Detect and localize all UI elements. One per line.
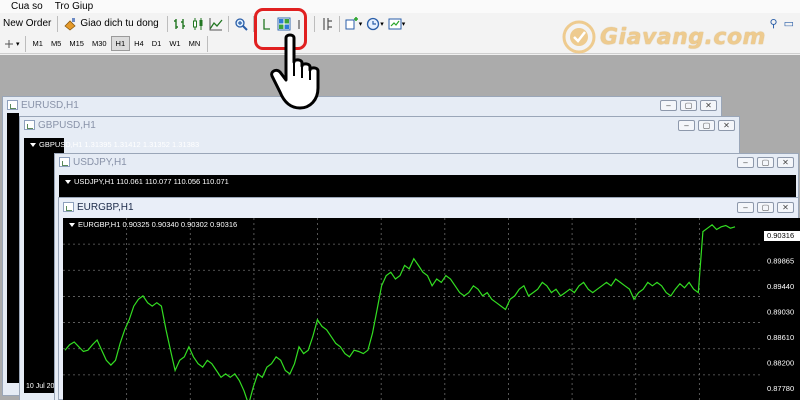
price-tick-label: 0.89030: [767, 308, 794, 317]
dropdown-arrow-icon: ▾: [380, 20, 384, 28]
chart-info-label: EURGBP,H1 0.90325 0.90340 0.90302 0.9031…: [69, 220, 237, 229]
price-series-line: [64, 224, 736, 400]
minimize-button[interactable]: –: [737, 201, 754, 213]
toolbar-separator: [338, 15, 340, 32]
toolbar-separator: [24, 35, 26, 52]
menu-window[interactable]: Cua so: [0, 0, 49, 13]
period-separators-button[interactable]: [318, 15, 336, 33]
search-icon[interactable]: ⚲: [770, 17, 778, 30]
maximize-button[interactable]: ▢: [757, 156, 774, 168]
collapse-triangle-icon: [65, 180, 71, 185]
chart-info-label: USDJPY,H1 110.061 110.077 110.056 110.07…: [65, 177, 229, 186]
line-chart-button[interactable]: [207, 15, 225, 33]
zoom-in-icon: [235, 17, 248, 31]
toolbar-separator: [166, 15, 168, 32]
timeframe-mn[interactable]: MN: [185, 36, 205, 51]
mdi-workspace: EURUSD,H1 – ▢ ✕ GBPUSD,H1 – ▢ ✕ GBPUSD,H…: [0, 55, 800, 400]
chart-window-icon: [59, 157, 70, 167]
dropdown-arrow-icon: ▾: [358, 20, 363, 28]
dropdown-arrow-icon: ▾: [16, 40, 20, 48]
menu-help[interactable]: Tro Giup: [49, 0, 100, 13]
chart-window-icon: [24, 120, 35, 130]
price-tick-label: 0.90316: [767, 231, 794, 240]
maximize-button[interactable]: ▢: [698, 119, 715, 131]
indicators-button[interactable]: ▾: [343, 15, 365, 33]
collapse-triangle-icon: [69, 223, 75, 228]
timeframe-h1[interactable]: H1: [110, 36, 131, 51]
chart-area[interactable]: 0.90316 0.89865 0.89440 0.89030 0.88610 0.882…: [63, 218, 800, 400]
window-title: EURGBP,H1: [77, 201, 134, 213]
candlestick-button[interactable]: [189, 15, 207, 33]
zoom-in-button[interactable]: [232, 15, 250, 33]
window-titlebar[interactable]: USDJPY,H1 – ▢ ✕: [55, 154, 798, 170]
timeframe-m30[interactable]: M30: [88, 36, 111, 51]
minimize-button[interactable]: –: [737, 156, 754, 168]
timeframe-m5[interactable]: M5: [47, 36, 65, 51]
toolbar-separator: [57, 15, 59, 32]
indicators-icon: [345, 16, 358, 29]
timeframe-m1[interactable]: M1: [29, 36, 47, 51]
toolbar-separator: [313, 15, 315, 32]
chart-info-label: GBPUSD,H1 1.31395 1.31412 1.31352 1.3138…: [30, 140, 199, 149]
auto-trading-button[interactable]: Giao dich tu dong: [61, 15, 163, 33]
toolbar-separator: [207, 35, 209, 52]
collapse-triangle-icon: [30, 143, 36, 148]
bar-chart-button[interactable]: [171, 15, 189, 33]
price-tick-label: 0.89440: [767, 282, 794, 291]
window-title: GBPUSD,H1: [38, 119, 96, 131]
close-button[interactable]: ✕: [718, 119, 735, 131]
maximize-button[interactable]: ▢: [680, 99, 697, 111]
template-icon: [388, 18, 402, 29]
auto-trading-icon: [64, 17, 76, 31]
menu-bar: Cua so Tro Giup: [0, 0, 800, 13]
minimize-button[interactable]: –: [678, 119, 695, 131]
pointing-hand-icon: [270, 33, 320, 110]
toolbar-separator: [227, 15, 229, 32]
price-tick-label: 0.88200: [767, 359, 794, 368]
line-chart-icon: [209, 17, 223, 30]
price-tick-label: 0.89865: [767, 257, 794, 266]
line-studies-button[interactable]: ▾: [0, 35, 22, 53]
clock-icon: [367, 17, 380, 30]
periodicity-button[interactable]: ▾: [364, 15, 386, 33]
watermark-logo: Giavang.com: [562, 20, 766, 54]
dropdown-arrow-icon: ▾: [401, 20, 406, 28]
period-separators-icon: [323, 17, 332, 30]
timeframe-m15[interactable]: M15: [65, 36, 88, 51]
toolbar-right: ⚲ ▭: [770, 17, 800, 30]
crosshair-icon: [5, 39, 13, 48]
timeframe-w1[interactable]: W1: [165, 36, 184, 51]
chart-window-icon: [7, 100, 18, 110]
bar-chart-icon: [173, 18, 185, 29]
close-button[interactable]: ✕: [777, 201, 794, 213]
window-titlebar[interactable]: EURGBP,H1 – ▢ ✕: [59, 198, 798, 216]
logo-text: Giavang.com: [600, 24, 766, 50]
candlestick-icon: [192, 17, 203, 30]
window-titlebar[interactable]: EURUSD,H1 – ▢ ✕: [3, 97, 721, 113]
timeframe-h4[interactable]: H4: [130, 36, 148, 51]
auto-trading-label: Giao dich tu dong: [80, 18, 159, 29]
timeframe-d1[interactable]: D1: [148, 36, 166, 51]
templates-button[interactable]: ▾: [386, 15, 408, 33]
window-title: EURUSD,H1: [21, 99, 79, 111]
chart-window-eurgbp[interactable]: EURGBP,H1 – ▢ ✕ 0.90316 0.89865 0.89440 0.8…: [58, 197, 800, 400]
logo-emblem-icon: [562, 20, 596, 54]
chat-icon[interactable]: ▭: [784, 17, 794, 30]
maximize-button[interactable]: ▢: [757, 201, 774, 213]
window-titlebar[interactable]: GBPUSD,H1 – ▢ ✕: [20, 117, 739, 133]
close-button[interactable]: ✕: [700, 99, 717, 111]
chart-area[interactable]: [7, 113, 19, 383]
close-button[interactable]: ✕: [777, 156, 794, 168]
price-tick-label: 0.88610: [767, 333, 794, 342]
price-chart[interactable]: 0.90316 0.89865 0.89440 0.89030 0.88610 0.882…: [63, 218, 800, 400]
new-order-button[interactable]: New Order: [0, 18, 54, 29]
chart-window-icon: [63, 202, 74, 212]
minimize-button[interactable]: –: [660, 99, 677, 111]
price-tick-label: 0.87780: [767, 384, 794, 393]
window-title: USDJPY,H1: [73, 156, 127, 168]
